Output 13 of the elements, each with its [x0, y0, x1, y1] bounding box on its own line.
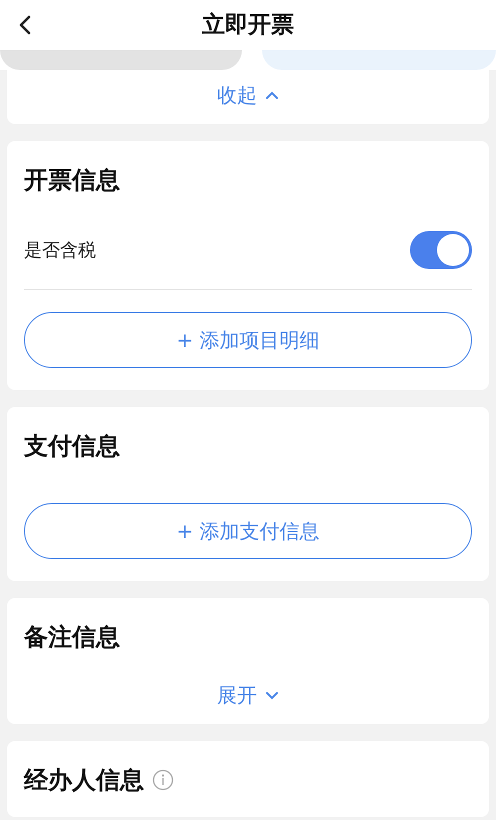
page-title: 立即开票 [202, 10, 294, 40]
section-title: 支付信息 [24, 431, 120, 462]
tax-switch[interactable] [410, 231, 472, 269]
section-title: 经办人信息 [24, 765, 144, 796]
expand-toggle[interactable]: 展开 [217, 680, 279, 710]
add-button[interactable]: + 添加支付信息 [24, 503, 472, 559]
section-title: 备注信息 [24, 622, 120, 653]
section-title: 开票信息 [24, 165, 120, 196]
back-icon[interactable] [18, 14, 32, 36]
info-icon [152, 769, 174, 791]
add-button[interactable]: + 添加项目明细 [24, 312, 472, 368]
tax-label: 是否含税 [24, 238, 96, 262]
expand-toggle[interactable]: 收起 [217, 80, 279, 110]
